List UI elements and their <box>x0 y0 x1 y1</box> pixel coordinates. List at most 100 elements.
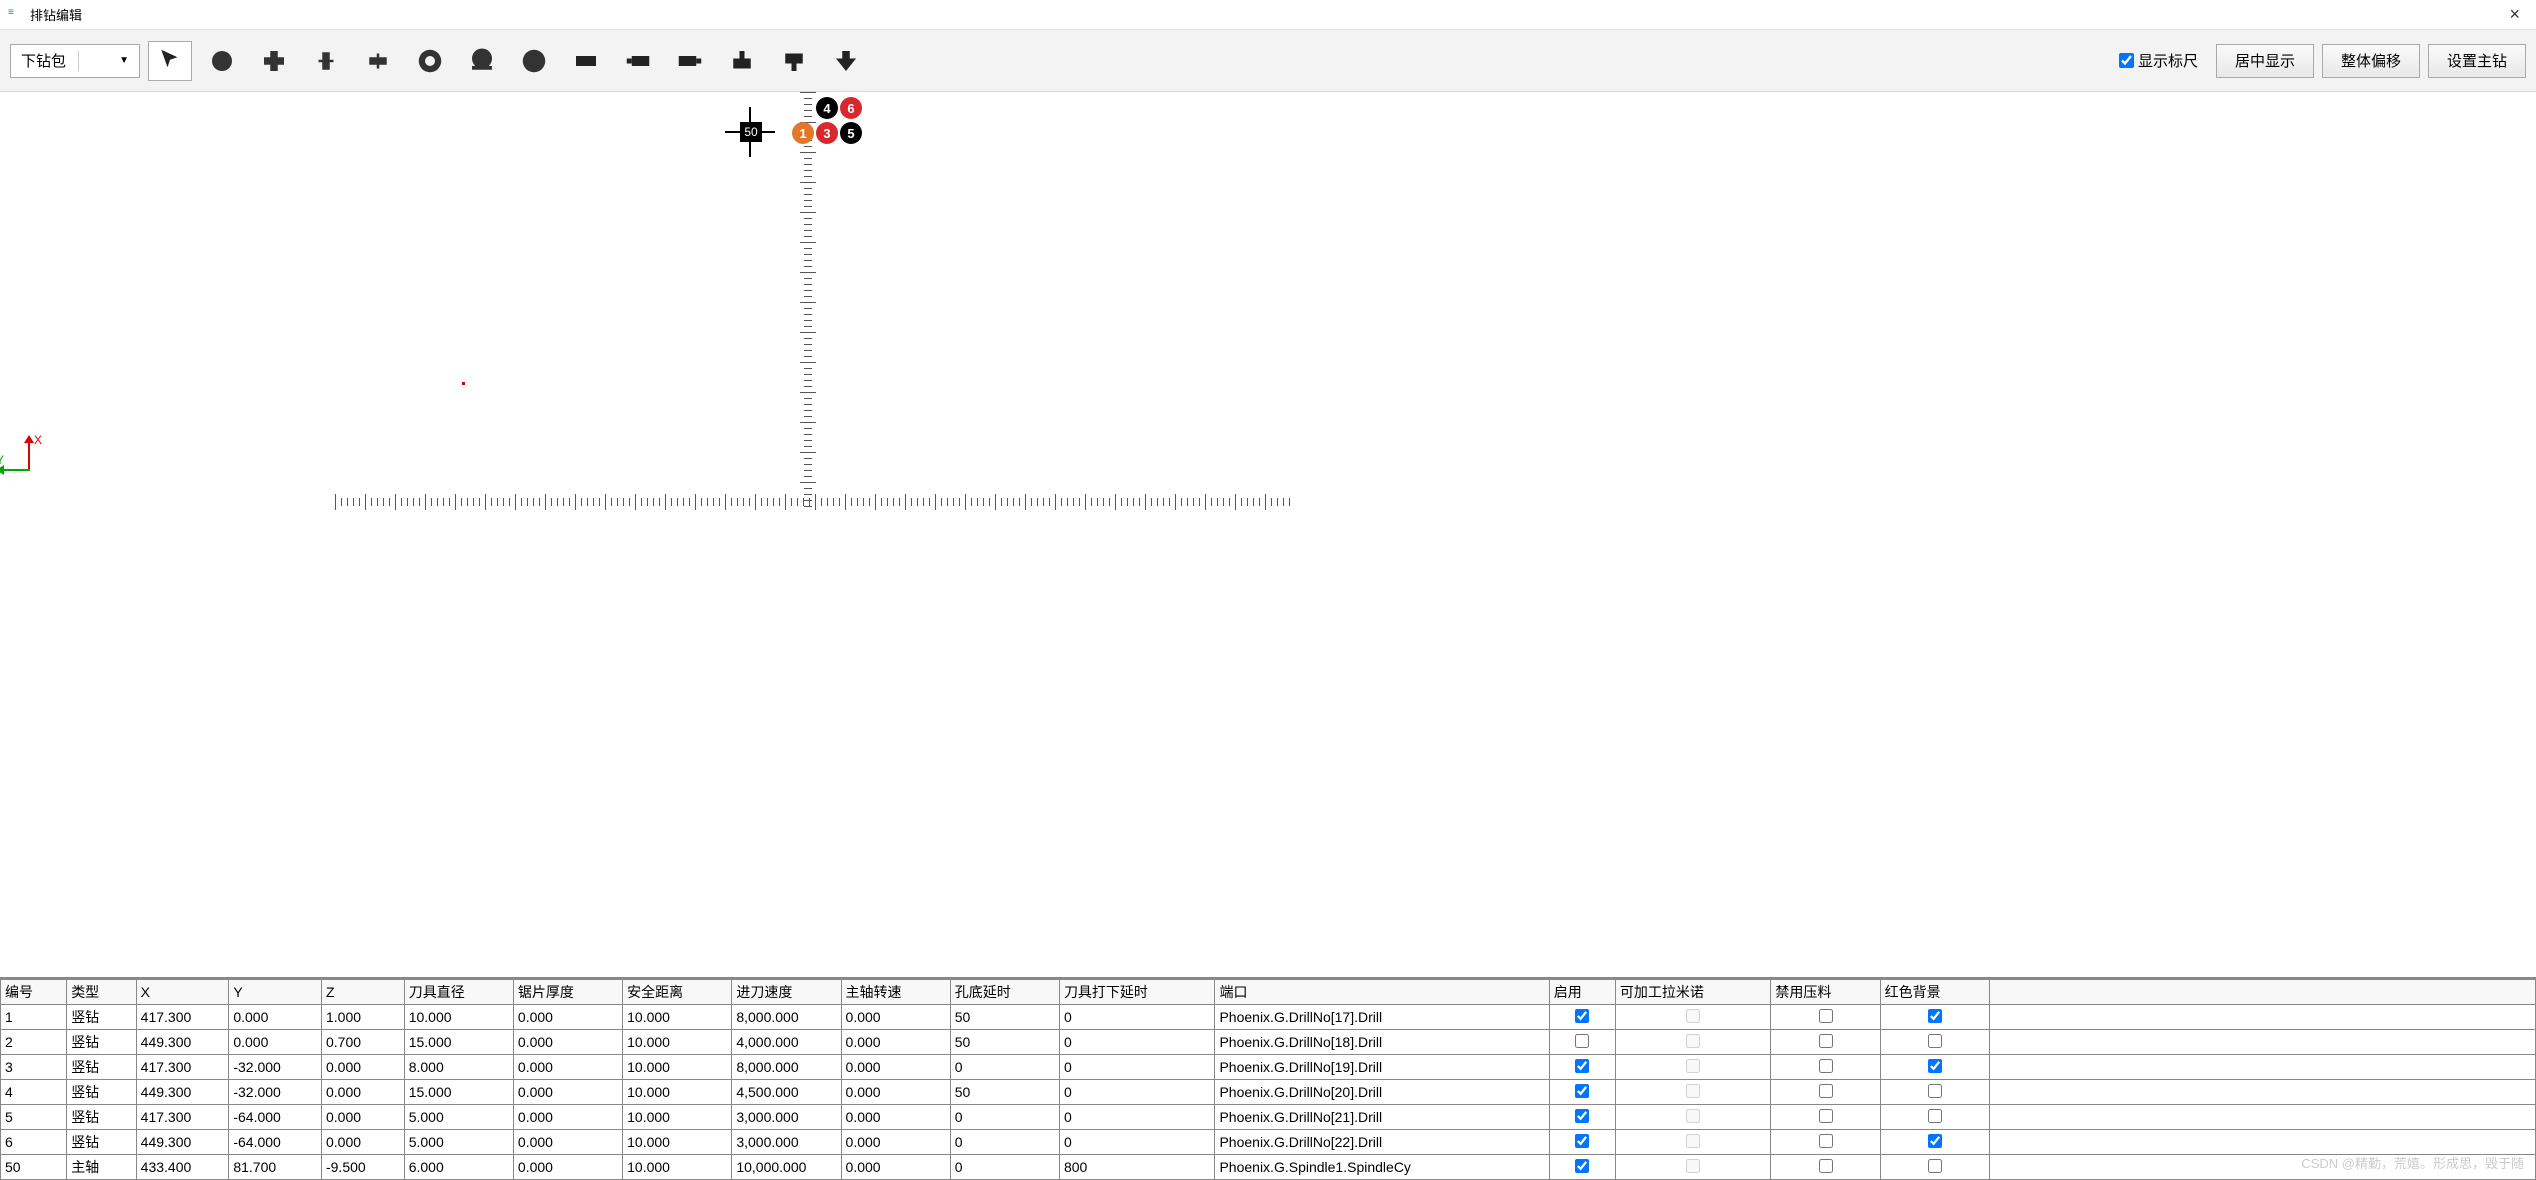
drill-dot[interactable]: 1 <box>792 122 814 144</box>
cell-x[interactable]: 417.300 <box>136 1105 229 1130</box>
cell-z[interactable]: 0.000 <box>321 1105 404 1130</box>
cell-x[interactable]: 449.300 <box>136 1130 229 1155</box>
cell-dia[interactable]: 10.000 <box>404 1005 513 1030</box>
table-row[interactable]: 2竖钻449.3000.0000.70015.0000.00010.0004,0… <box>1 1030 2536 1055</box>
block-right-tool[interactable] <box>668 41 712 81</box>
cell-dwell[interactable]: 0 <box>950 1055 1059 1080</box>
cell-type[interactable]: 竖钻 <box>67 1055 136 1080</box>
cell-feed[interactable]: 3,000.000 <box>732 1105 841 1130</box>
cell-port[interactable]: Phoenix.G.DrillNo[17].Drill <box>1215 1005 1549 1030</box>
cell-down[interactable]: 800 <box>1059 1155 1215 1180</box>
chk-press[interactable] <box>1819 1159 1833 1173</box>
cell-dwell[interactable]: 0 <box>950 1155 1059 1180</box>
block-left-tool[interactable] <box>616 41 660 81</box>
arrow-down-tool[interactable] <box>824 41 868 81</box>
close-icon[interactable]: × <box>2501 4 2528 25</box>
cell-no[interactable]: 2 <box>1 1030 67 1055</box>
set-main-drill-button[interactable]: 设置主钻 <box>2428 44 2526 78</box>
col-header[interactable]: 端口 <box>1215 980 1549 1005</box>
col-header[interactable]: 启用 <box>1549 980 1615 1005</box>
cell-feed[interactable]: 8,000.000 <box>732 1055 841 1080</box>
cell-y[interactable]: -64.000 <box>229 1130 322 1155</box>
cell-z[interactable]: 1.000 <box>321 1005 404 1030</box>
cell-port[interactable]: Phoenix.G.DrillNo[20].Drill <box>1215 1080 1549 1105</box>
cell-y[interactable]: -32.000 <box>229 1080 322 1105</box>
cell-down[interactable]: 0 <box>1059 1130 1215 1155</box>
col-header[interactable]: 刀具打下延时 <box>1059 980 1215 1005</box>
drill-dot[interactable]: 3 <box>816 122 838 144</box>
col-header[interactable]: X <box>136 980 229 1005</box>
table-row[interactable]: 1竖钻417.3000.0001.00010.0000.00010.0008,0… <box>1 1005 2536 1030</box>
cell-saw[interactable]: 0.000 <box>513 1105 622 1130</box>
cell-saw[interactable]: 0.000 <box>513 1155 622 1180</box>
cell-down[interactable]: 0 <box>1059 1055 1215 1080</box>
cell-z[interactable]: 0.000 <box>321 1080 404 1105</box>
col-header[interactable]: 锯片厚度 <box>513 980 622 1005</box>
col-header[interactable]: 刀具直径 <box>404 980 513 1005</box>
chk-red[interactable] <box>1928 1159 1942 1173</box>
chk-press[interactable] <box>1819 1084 1833 1098</box>
chk-en[interactable] <box>1575 1009 1589 1023</box>
cell-feed[interactable]: 10,000.000 <box>732 1155 841 1180</box>
horiz-drill-tool[interactable] <box>356 41 400 81</box>
table-row[interactable]: 50主轴433.40081.700-9.5006.0000.00010.0001… <box>1 1155 2536 1180</box>
cell-port[interactable]: Phoenix.G.DrillNo[21].Drill <box>1215 1105 1549 1130</box>
cell-port[interactable]: Phoenix.G.Spindle1.SpindleCy <box>1215 1155 1549 1180</box>
chk-en[interactable] <box>1575 1134 1589 1148</box>
col-header[interactable]: 编号 <box>1 980 67 1005</box>
chk-red[interactable] <box>1928 1109 1942 1123</box>
block-down-tool[interactable] <box>772 41 816 81</box>
col-header[interactable]: 类型 <box>67 980 136 1005</box>
cell-no[interactable]: 4 <box>1 1080 67 1105</box>
chk-en[interactable] <box>1575 1159 1589 1173</box>
cross-tool[interactable] <box>252 41 296 81</box>
cell-saw[interactable]: 0.000 <box>513 1005 622 1030</box>
col-header[interactable]: 安全距离 <box>623 980 732 1005</box>
chk-press[interactable] <box>1819 1034 1833 1048</box>
saw-disc-tool[interactable] <box>512 41 556 81</box>
col-header[interactable]: Y <box>229 980 322 1005</box>
cell-no[interactable]: 6 <box>1 1130 67 1155</box>
cell-feed[interactable]: 4,500.000 <box>732 1080 841 1105</box>
cell-dwell[interactable]: 0 <box>950 1105 1059 1130</box>
cell-dwell[interactable]: 50 <box>950 1080 1059 1105</box>
chk-red[interactable] <box>1928 1059 1942 1073</box>
cell-spd[interactable]: 0.000 <box>841 1005 950 1030</box>
cell-type[interactable]: 竖钻 <box>67 1005 136 1030</box>
col-header[interactable]: 孔底延时 <box>950 980 1059 1005</box>
cell-spd[interactable]: 0.000 <box>841 1130 950 1155</box>
cell-y[interactable]: 0.000 <box>229 1005 322 1030</box>
cell-safe[interactable]: 10.000 <box>623 1130 732 1155</box>
drill-dot[interactable]: 4 <box>816 97 838 119</box>
cell-feed[interactable]: 8,000.000 <box>732 1005 841 1030</box>
chk-red[interactable] <box>1928 1009 1942 1023</box>
cell-safe[interactable]: 10.000 <box>623 1155 732 1180</box>
cell-type[interactable]: 竖钻 <box>67 1130 136 1155</box>
cell-spd[interactable]: 0.000 <box>841 1055 950 1080</box>
saw-h-top-tool[interactable] <box>460 41 504 81</box>
cell-z[interactable]: 0.700 <box>321 1030 404 1055</box>
cell-saw[interactable]: 0.000 <box>513 1130 622 1155</box>
chk-press[interactable] <box>1819 1059 1833 1073</box>
cell-no[interactable]: 50 <box>1 1155 67 1180</box>
table-row[interactable]: 5竖钻417.300-64.0000.0005.0000.00010.0003,… <box>1 1105 2536 1130</box>
cell-spd[interactable]: 0.000 <box>841 1030 950 1055</box>
show-ruler-input[interactable] <box>2119 53 2134 68</box>
cell-dia[interactable]: 15.000 <box>404 1080 513 1105</box>
block-tool[interactable] <box>564 41 608 81</box>
cell-dia[interactable]: 8.000 <box>404 1055 513 1080</box>
table-row[interactable]: 6竖钻449.300-64.0000.0005.0000.00010.0003,… <box>1 1130 2536 1155</box>
drill-dot[interactable]: 5 <box>840 122 862 144</box>
table-row[interactable]: 3竖钻417.300-32.0000.0008.0000.00010.0008,… <box>1 1055 2536 1080</box>
cell-x[interactable]: 433.400 <box>136 1155 229 1180</box>
cell-down[interactable]: 0 <box>1059 1030 1215 1055</box>
show-ruler-checkbox[interactable]: 显示标尺 <box>2119 50 2198 71</box>
cell-down[interactable]: 0 <box>1059 1005 1215 1030</box>
cell-dia[interactable]: 15.000 <box>404 1030 513 1055</box>
pointer-tool[interactable] <box>148 41 192 81</box>
col-header[interactable]: 禁用压料 <box>1771 980 1880 1005</box>
canvas-area[interactable]: 50 13456 X Y <box>0 92 2536 977</box>
table-row[interactable]: 4竖钻449.300-32.0000.00015.0000.00010.0004… <box>1 1080 2536 1105</box>
drill-dot[interactable]: 6 <box>840 97 862 119</box>
chk-en[interactable] <box>1575 1059 1589 1073</box>
